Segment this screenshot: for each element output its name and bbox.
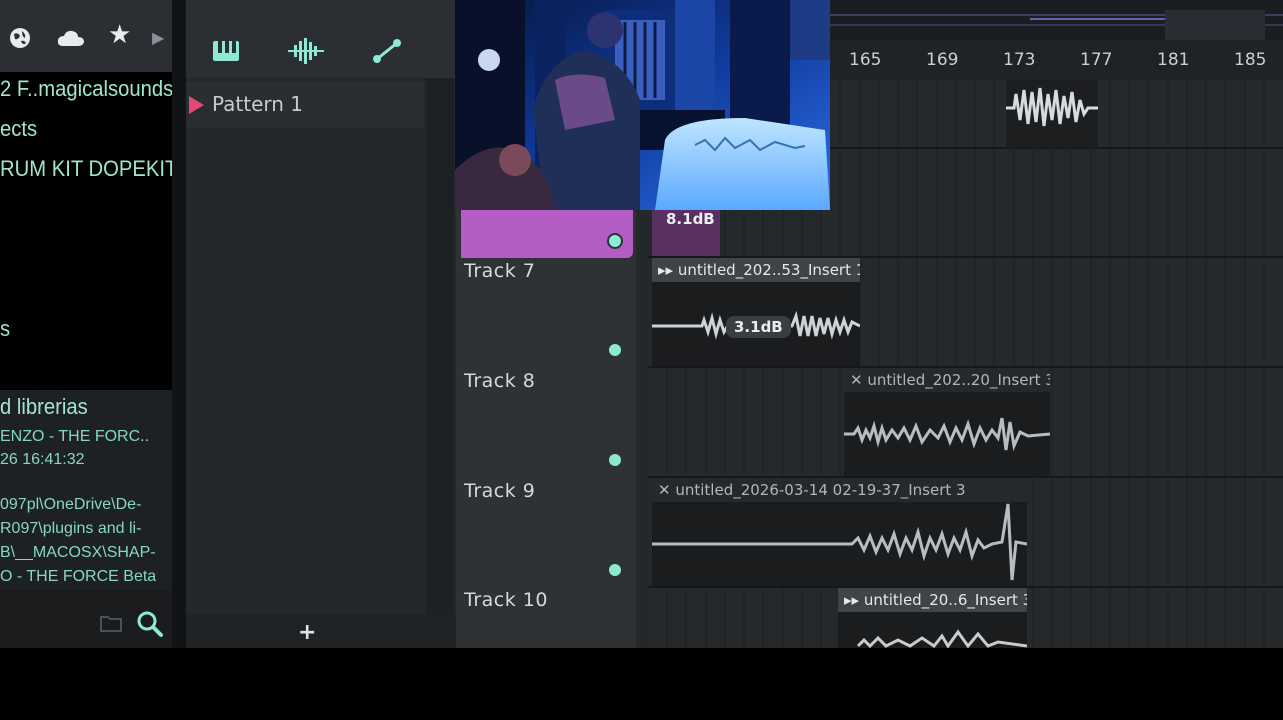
ruler-bar-number: 169 bbox=[926, 50, 959, 70]
browser-item[interactable]: RUM KIT DOPEKIT bbox=[0, 156, 177, 182]
clip-label: untitled_202..53_Insert 1 bbox=[677, 261, 860, 279]
clip-type-icon: ✕ bbox=[658, 481, 671, 499]
track-mute-button[interactable] bbox=[607, 233, 623, 249]
folder-icon[interactable] bbox=[100, 614, 122, 636]
waveform bbox=[844, 417, 1050, 452]
ruler-bar-number: 173 bbox=[1003, 50, 1036, 70]
ruler-bar-number: 185 bbox=[1234, 50, 1267, 70]
ruler-bar-number: 181 bbox=[1157, 50, 1190, 70]
clip-volume-badge: 3.1dB bbox=[726, 316, 791, 338]
browser-item[interactable]: ects bbox=[0, 116, 37, 142]
info-line: O - THE FORCE Beta bbox=[0, 568, 157, 585]
track-name[interactable]: Track 10 bbox=[464, 589, 548, 611]
clip-header[interactable]: ▸▸ untitled_20..6_Insert 3 bbox=[838, 588, 1027, 612]
clip-type-icon: ▸▸ bbox=[844, 591, 860, 609]
globe-icon[interactable] bbox=[8, 26, 32, 55]
audio-clip[interactable]: ▸▸ untitled_20..6_Insert 3 bbox=[838, 588, 1027, 648]
info-line: ENZO - THE FORC.. bbox=[0, 428, 150, 445]
waveform bbox=[652, 503, 1027, 581]
piano-roll-icon[interactable] bbox=[212, 40, 240, 66]
playlist-overview[interactable] bbox=[830, 0, 1283, 40]
audio-clip[interactable]: ✕ untitled_2026-03-14 02-19-37_Insert 3 bbox=[652, 478, 1027, 586]
track-color-header[interactable] bbox=[461, 210, 633, 258]
browser-toolbar: ★ ▶ bbox=[0, 0, 172, 72]
ruler-bar-number: 177 bbox=[1080, 50, 1113, 70]
clip-header[interactable]: ✕ untitled_202..20_Insert 3 bbox=[844, 368, 1050, 392]
timeline-ruler[interactable] bbox=[830, 40, 1283, 80]
info-line: 26 16:41:32 bbox=[0, 451, 85, 468]
add-pattern-button[interactable]: + bbox=[298, 620, 316, 645]
rack-toolbar bbox=[186, 0, 456, 78]
rack-footer bbox=[186, 614, 456, 648]
chevron-right-icon[interactable]: ▶ bbox=[152, 27, 164, 49]
automation-icon[interactable] bbox=[372, 38, 402, 68]
clip-label: untitled_2026-03-14 02-19-37_Insert 3 bbox=[675, 481, 966, 499]
pattern-label[interactable]: Pattern 1 bbox=[212, 92, 303, 116]
audio-wave-icon[interactable] bbox=[288, 38, 324, 68]
track-name[interactable]: Track 7 bbox=[464, 260, 535, 282]
track-mute-button[interactable] bbox=[607, 342, 623, 358]
audio-clip[interactable]: ✕ untitled_202..20_Insert 3 bbox=[844, 368, 1050, 476]
browser-item[interactable]: s bbox=[0, 316, 10, 342]
search-icon[interactable] bbox=[136, 610, 164, 642]
pattern-play-icon[interactable] bbox=[189, 96, 204, 114]
cloud-icon[interactable] bbox=[56, 28, 86, 53]
track-mute-button[interactable] bbox=[607, 562, 623, 578]
waveform bbox=[1006, 87, 1098, 127]
info-line: R097\plugins and li- bbox=[0, 520, 142, 537]
clip-header[interactable]: ▸▸ untitled_202..53_Insert 1 bbox=[652, 258, 860, 282]
clip-label: untitled_202..20_Insert 3 bbox=[867, 371, 1050, 389]
ruler-bar-number: 165 bbox=[849, 50, 882, 70]
clip-header[interactable]: ✕ untitled_2026-03-14 02-19-37_Insert 3 bbox=[652, 478, 1027, 502]
webcam-overlay bbox=[455, 0, 830, 210]
info-line: 097pl\OneDrive\De- bbox=[0, 496, 142, 513]
clip-label: untitled_20..6_Insert 3 bbox=[863, 591, 1027, 609]
browser-footer bbox=[0, 600, 172, 648]
browser-item[interactable]: 2 F..magicalsounds bbox=[0, 76, 173, 102]
track-mute-button[interactable] bbox=[607, 452, 623, 468]
track-name[interactable]: Track 8 bbox=[464, 370, 535, 392]
rack-scrollbar[interactable] bbox=[426, 78, 454, 614]
clip-type-icon: ✕ bbox=[850, 371, 863, 389]
track-name[interactable]: Track 9 bbox=[464, 480, 535, 502]
waveform bbox=[856, 629, 1027, 648]
star-icon[interactable]: ★ bbox=[108, 22, 131, 48]
audio-clip[interactable]: ▸▸ untitled_202..53_Insert 1 3.1dB bbox=[652, 258, 860, 366]
clip-type-icon: ▸▸ bbox=[658, 261, 674, 279]
info-line: B\__MACOSX\SHAP- bbox=[0, 544, 156, 561]
audio-clip[interactable] bbox=[1006, 80, 1098, 148]
info-title: d librerias bbox=[0, 394, 88, 419]
clip-volume-badge: 8.1dB bbox=[666, 210, 715, 228]
panel-divider bbox=[172, 0, 186, 648]
